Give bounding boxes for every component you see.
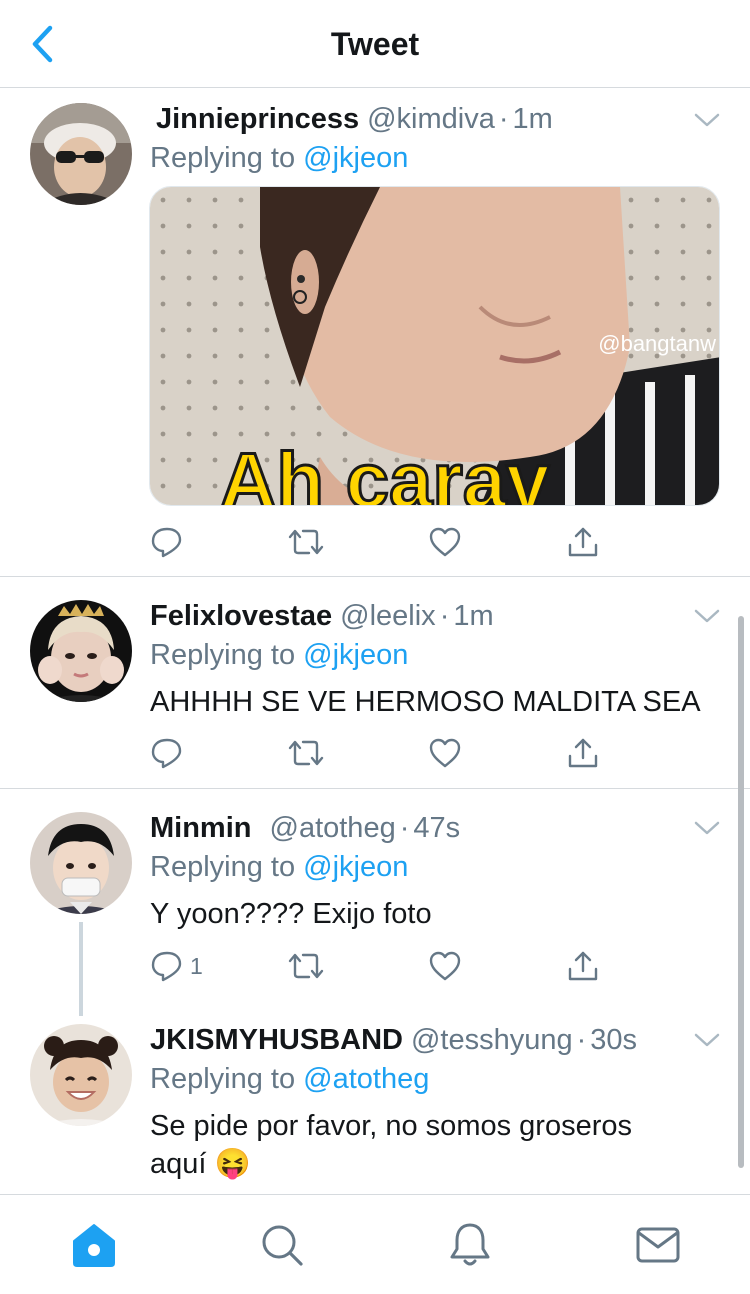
display-name[interactable]: Felixlovestae xyxy=(150,600,332,632)
reply-icon xyxy=(151,738,182,769)
retweet-icon xyxy=(288,953,324,979)
chevron-down-icon xyxy=(694,609,720,623)
tab-search[interactable] xyxy=(252,1215,312,1275)
share-icon xyxy=(568,951,598,981)
divider xyxy=(0,788,750,789)
chevron-down-icon xyxy=(694,113,720,127)
avatar[interactable] xyxy=(30,1024,132,1126)
heart-icon xyxy=(429,527,461,557)
reply-count: 1 xyxy=(190,952,203,979)
scrollbar[interactable] xyxy=(738,616,744,1168)
tweet-header: Minmin @atotheg · 47s xyxy=(150,811,460,845)
user-handle: @leelix xyxy=(340,600,436,632)
mention-link[interactable]: @atotheg xyxy=(303,1063,429,1095)
image-caption: Ah carav xyxy=(220,436,550,506)
like-button[interactable] xyxy=(428,733,462,773)
share-button[interactable] xyxy=(566,733,600,773)
timestamp: 1m xyxy=(453,600,494,632)
avatar[interactable] xyxy=(30,103,132,205)
tweet-actions: 1 xyxy=(150,946,620,986)
mail-icon xyxy=(636,1227,680,1263)
tweet-menu-button[interactable] xyxy=(692,606,722,626)
like-button[interactable] xyxy=(428,946,462,986)
share-icon xyxy=(568,738,598,768)
replying-to: Replying to @jkjeon xyxy=(150,850,408,884)
separator-dot: · xyxy=(439,600,450,632)
tab-notifications[interactable] xyxy=(440,1215,500,1275)
top-bar: Tweet xyxy=(0,0,750,88)
user-handle: @atotheg xyxy=(269,812,396,844)
replying-prefix: Replying to xyxy=(150,851,304,883)
page-title: Tweet xyxy=(330,26,420,62)
replying-prefix: Replying to xyxy=(150,142,304,174)
retweet-button[interactable] xyxy=(286,946,326,986)
retweet-button[interactable] xyxy=(286,522,326,562)
like-button[interactable] xyxy=(428,522,462,562)
search-icon xyxy=(262,1225,303,1266)
user-handle: @tesshyung xyxy=(410,1024,573,1056)
divider xyxy=(0,576,750,577)
tweet-header: Felixlovestae @leelix · 1m xyxy=(150,599,494,633)
bell-icon xyxy=(450,1223,490,1266)
retweet-icon xyxy=(288,529,324,555)
share-button[interactable] xyxy=(566,522,600,562)
replying-to: Replying to @jkjeon xyxy=(150,638,408,672)
reply-button[interactable] xyxy=(150,733,184,773)
display-name[interactable]: Jinnieprincess xyxy=(156,103,359,135)
chevron-down-icon xyxy=(694,821,720,835)
reply-icon xyxy=(151,951,182,982)
retweet-button[interactable] xyxy=(286,733,326,773)
user-handle: @kimdiva xyxy=(367,103,495,135)
share-button[interactable] xyxy=(566,946,600,986)
timestamp: 47s xyxy=(413,812,461,844)
tweet-text: AHHHH SE VE HERMOSO MALDITA SEA xyxy=(150,686,701,718)
replying-prefix: Replying to xyxy=(150,1063,304,1095)
image-watermark: @bangtanw xyxy=(598,331,716,356)
chevron-down-icon xyxy=(694,1033,720,1047)
tweet-text: Y yoon???? Exijo foto xyxy=(150,898,432,930)
replying-prefix: Replying to xyxy=(150,639,304,671)
tab-messages[interactable] xyxy=(628,1215,688,1275)
tweet-menu-button[interactable] xyxy=(692,1030,722,1050)
share-icon xyxy=(568,527,598,557)
tweet-text-line: aquí 😝 xyxy=(150,1148,251,1180)
tweet-text-line: Se pide por favor, no somos groseros xyxy=(150,1110,632,1142)
separator-dot: · xyxy=(399,812,410,844)
replying-to: Replying to @jkjeon xyxy=(150,141,408,175)
timestamp: 30s xyxy=(590,1024,638,1056)
tweet-menu-button[interactable] xyxy=(692,110,722,130)
timestamp: 1m xyxy=(512,103,553,135)
tweet-header: Jinnieprincess @kimdiva · 1m xyxy=(156,102,553,136)
tweet-text: Se pide por favor, no somos groseros aqu… xyxy=(150,1107,720,1183)
mention-link[interactable]: @jkjeon xyxy=(303,851,408,883)
replying-to: Replying to @atotheg xyxy=(150,1062,429,1096)
tweet-header: JKISMYHUSBAND @tesshyung · 30s xyxy=(150,1023,637,1057)
display-name[interactable]: JKISMYHUSBAND xyxy=(150,1024,403,1056)
separator-dot: · xyxy=(498,103,509,135)
mention-link[interactable]: @jkjeon xyxy=(303,142,408,174)
tab-bar xyxy=(0,1194,750,1294)
separator-dot: · xyxy=(576,1024,587,1056)
tweet-menu-button[interactable] xyxy=(692,818,722,838)
tweet-actions xyxy=(150,733,620,773)
reply-button[interactable] xyxy=(150,522,184,562)
reply-icon xyxy=(151,527,182,558)
reply-button[interactable]: 1 xyxy=(150,946,203,986)
avatar[interactable] xyxy=(30,600,132,702)
avatar[interactable] xyxy=(30,812,132,914)
thread-connector xyxy=(79,922,83,1016)
tab-home[interactable] xyxy=(64,1215,124,1275)
heart-icon xyxy=(429,951,461,981)
retweet-icon xyxy=(288,740,324,766)
tweet-image[interactable]: @bangtanw Ah carav xyxy=(149,186,720,506)
heart-icon xyxy=(429,738,461,768)
mention-link[interactable]: @jkjeon xyxy=(303,639,408,671)
tweet-actions xyxy=(150,522,620,562)
home-icon xyxy=(73,1224,115,1267)
display-name[interactable]: Minmin xyxy=(150,812,252,844)
